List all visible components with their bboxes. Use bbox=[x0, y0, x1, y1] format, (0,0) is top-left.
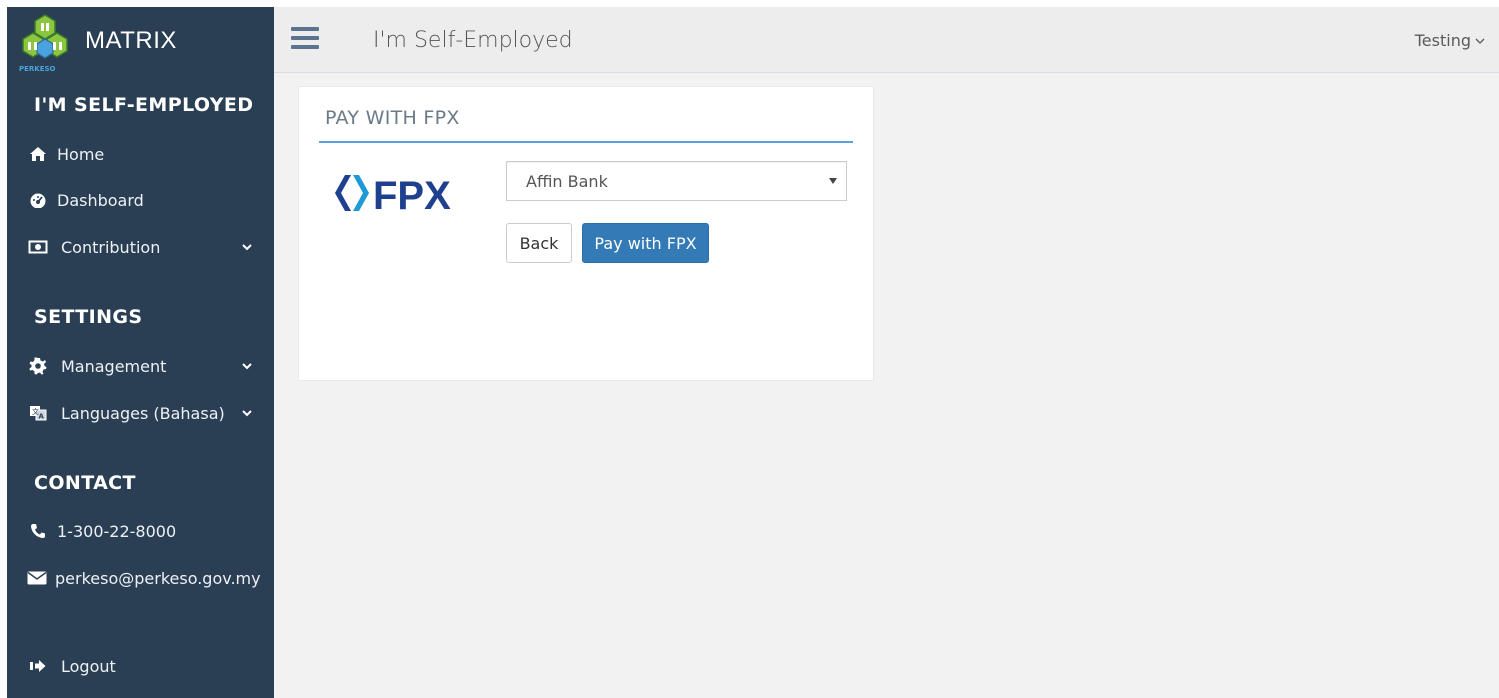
phone-number: 1-300-22-8000 bbox=[57, 521, 177, 541]
app-frame: PERKESO MATRIX I'M SELF-EMPLOYED Home Da… bbox=[7, 7, 1499, 698]
back-button[interactable]: Back bbox=[506, 223, 572, 263]
nav-label-logout: Logout bbox=[61, 656, 116, 676]
nav-item-contribution[interactable]: Contribution bbox=[27, 233, 257, 261]
panel-title: PAY WITH FPX bbox=[325, 107, 460, 129]
menu-icon[interactable] bbox=[291, 27, 319, 51]
logout-icon bbox=[27, 656, 49, 676]
home-icon bbox=[27, 144, 49, 164]
chevron-down-icon bbox=[242, 410, 252, 417]
nav-item-home[interactable]: Home bbox=[27, 140, 257, 168]
phone-icon bbox=[27, 521, 49, 541]
fpx-logo-text: FPX bbox=[373, 174, 451, 218]
envelope-icon bbox=[27, 568, 47, 588]
nav-item-email[interactable]: perkeso@perkeso.gov.my bbox=[27, 564, 261, 592]
user-name: Testing bbox=[1414, 31, 1471, 50]
top-bar: I'm Self-Employed Testing bbox=[274, 7, 1499, 73]
logo-caption: PERKESO bbox=[19, 65, 56, 73]
nav-label-management: Management bbox=[61, 356, 167, 376]
fpx-logo: FPX bbox=[335, 174, 451, 218]
nav-item-dashboard[interactable]: Dashboard bbox=[27, 186, 257, 214]
email-address: perkeso@perkeso.gov.my bbox=[55, 568, 261, 588]
nav-item-phone[interactable]: 1-300-22-8000 bbox=[27, 517, 257, 545]
gear-icon bbox=[27, 356, 49, 376]
bank-select-value: Affin Bank bbox=[526, 171, 608, 191]
pay-with-fpx-button[interactable]: Pay with FPX bbox=[582, 223, 709, 263]
svg-text:A: A bbox=[39, 413, 45, 421]
chevron-down-icon bbox=[1475, 38, 1485, 44]
panel-divider bbox=[319, 141, 853, 143]
language-icon: 文A bbox=[27, 403, 49, 423]
bank-select[interactable]: Affin Bank bbox=[506, 161, 847, 201]
section-title-settings: SETTINGS bbox=[34, 306, 143, 328]
money-icon bbox=[27, 237, 49, 257]
nav-label-contribution: Contribution bbox=[61, 237, 161, 257]
user-menu[interactable]: Testing bbox=[1415, 31, 1485, 50]
nav-label-home: Home bbox=[57, 144, 105, 164]
chevron-down-icon bbox=[242, 244, 252, 251]
section-title-main: I'M SELF-EMPLOYED bbox=[34, 94, 254, 116]
pay-with-fpx-panel: PAY WITH FPX FPX Affin Bank Back Pay wit… bbox=[298, 86, 874, 381]
page-title: I'm Self-Employed bbox=[373, 28, 573, 53]
sidebar: PERKESO MATRIX I'M SELF-EMPLOYED Home Da… bbox=[7, 7, 274, 698]
section-title-contact: CONTACT bbox=[34, 472, 136, 494]
nav-label-languages: Languages (Bahasa) bbox=[61, 403, 225, 423]
nav-item-logout[interactable]: Logout bbox=[27, 652, 257, 680]
brand[interactable]: PERKESO MATRIX bbox=[7, 7, 274, 75]
perkeso-logo: PERKESO bbox=[19, 14, 68, 73]
nav-item-management[interactable]: Management bbox=[27, 352, 257, 380]
dashboard-icon bbox=[27, 190, 49, 210]
brand-title: MATRIX bbox=[85, 27, 177, 54]
dropdown-caret-icon bbox=[829, 178, 837, 184]
chevron-down-icon bbox=[242, 363, 252, 370]
nav-label-dashboard: Dashboard bbox=[57, 190, 144, 210]
nav-item-languages[interactable]: 文A Languages (Bahasa) bbox=[27, 399, 257, 427]
